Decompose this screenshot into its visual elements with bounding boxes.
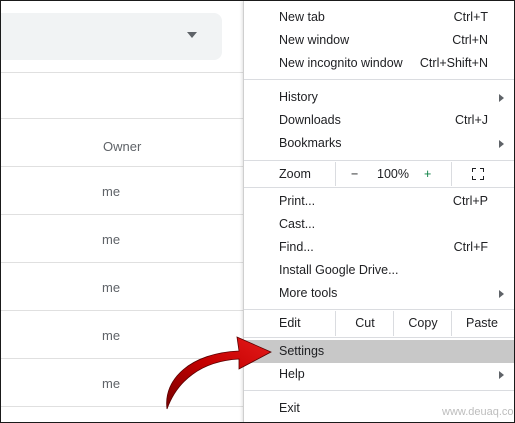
fullscreen-icon[interactable] xyxy=(472,168,484,180)
divider xyxy=(1,262,243,263)
red-pointer-arrow-icon xyxy=(166,336,272,410)
menu-item-label: Print... xyxy=(279,194,316,208)
shortcut-label: Ctrl+P xyxy=(452,194,488,208)
submenu-arrow-icon xyxy=(499,140,504,148)
paste-button[interactable]: Paste xyxy=(451,311,512,336)
divider xyxy=(1,118,243,119)
menu-item-label: Install Google Drive... xyxy=(279,263,399,277)
menu-item-label: New incognito window xyxy=(279,56,403,70)
divider xyxy=(1,166,243,167)
menu-separator xyxy=(244,160,514,161)
menu-item-print[interactable]: Print... Ctrl+P xyxy=(244,190,514,213)
menu-item-new-window[interactable]: New window Ctrl+N xyxy=(244,29,514,52)
cut-button[interactable]: Cut xyxy=(335,311,394,336)
menu-item-more-tools[interactable]: More tools xyxy=(244,282,514,305)
menu-item-bookmarks[interactable]: Bookmarks xyxy=(244,132,514,155)
shortcut-label: Ctrl+J xyxy=(455,113,488,127)
screenshot-frame: Owner me me me me me New tab Ctrl+T New … xyxy=(0,0,515,423)
menu-item-label: Find... xyxy=(279,240,314,254)
owner-cell: me xyxy=(102,232,121,247)
menu-separator xyxy=(244,309,514,310)
menu-item-label: Bookmarks xyxy=(279,136,342,150)
dropdown-caret-icon[interactable] xyxy=(187,32,197,38)
menu-item-new-tab[interactable]: New tab Ctrl+T xyxy=(244,6,514,29)
zoom-in-button[interactable]: + xyxy=(424,162,431,186)
zoom-level: 100% xyxy=(377,167,409,181)
owner-cell: me xyxy=(102,184,121,199)
menu-item-history[interactable]: History xyxy=(244,86,514,109)
submenu-arrow-icon xyxy=(499,371,504,379)
shortcut-label: Ctrl+Shift+N xyxy=(419,56,488,70)
zoom-out-button[interactable]: − xyxy=(351,162,358,186)
owner-column-header[interactable]: Owner xyxy=(103,139,141,154)
menu-item-label: New window xyxy=(279,33,350,47)
menu-item-cast[interactable]: Cast... xyxy=(244,213,514,236)
menu-item-find[interactable]: Find... Ctrl+F xyxy=(244,236,514,259)
copy-button[interactable]: Copy xyxy=(393,311,452,336)
owner-cell: me xyxy=(102,376,121,391)
shortcut-label: Ctrl+T xyxy=(453,10,488,24)
owner-cell: me xyxy=(102,280,121,295)
owner-cell: me xyxy=(102,328,121,343)
menu-item-install-google-drive[interactable]: Install Google Drive... xyxy=(244,259,514,282)
divider xyxy=(1,310,243,311)
divider xyxy=(1,214,243,215)
zoom-label: Zoom xyxy=(279,167,311,181)
menu-row-zoom: Zoom − 100% + xyxy=(244,162,514,186)
shortcut-label: Ctrl+F xyxy=(453,240,488,254)
menu-item-label: New tab xyxy=(279,10,325,24)
menu-item-label: Cast... xyxy=(279,217,316,231)
watermark: www.deuaq.com xyxy=(442,406,515,418)
divider xyxy=(1,72,243,73)
submenu-arrow-icon xyxy=(499,94,504,102)
shortcut-label: Ctrl+N xyxy=(452,33,488,47)
menu-item-new-incognito-window[interactable]: New incognito window Ctrl+Shift+N xyxy=(244,52,514,75)
menu-separator xyxy=(244,79,514,80)
menu-item-label: History xyxy=(279,90,318,104)
menu-item-label: Downloads xyxy=(279,113,341,127)
menu-item-label: More tools xyxy=(279,286,338,300)
menu-separator xyxy=(244,187,514,188)
menu-item-downloads[interactable]: Downloads Ctrl+J xyxy=(244,109,514,132)
submenu-arrow-icon xyxy=(499,290,504,298)
